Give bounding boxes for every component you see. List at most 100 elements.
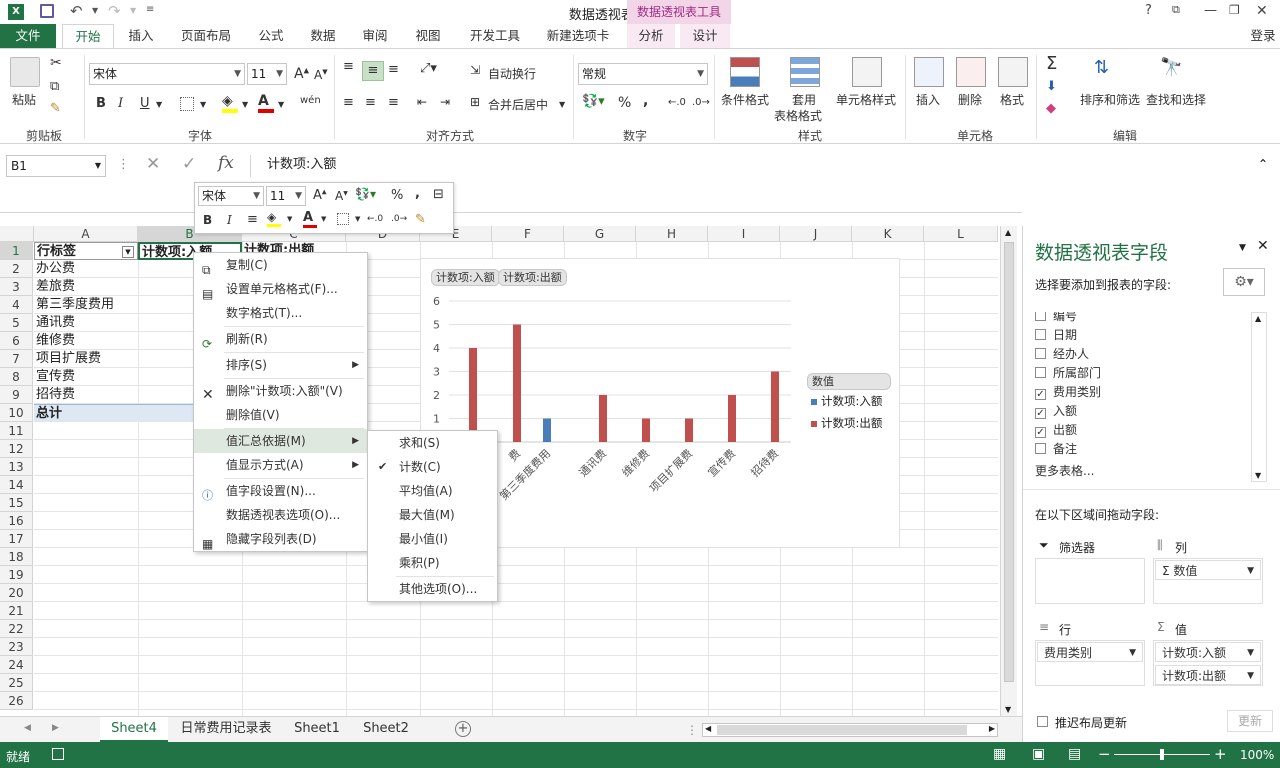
insert-button[interactable]: 插入 <box>916 91 940 108</box>
field-item[interactable]: 编号 <box>1035 312 1077 326</box>
row-header[interactable]: 4 <box>0 296 33 314</box>
field-item[interactable]: ✓ 出额 <box>1035 421 1077 440</box>
page-break-view-icon[interactable]: ▤ <box>1068 746 1081 762</box>
autosum-icon[interactable]: Σ <box>1046 53 1057 74</box>
bar-out[interactable] <box>469 348 477 442</box>
enter-icon[interactable]: ✓ <box>182 154 196 174</box>
select-all-corner[interactable] <box>0 226 34 242</box>
update-button[interactable]: 更新 <box>1227 710 1273 732</box>
mini-border-icon[interactable] <box>337 213 349 225</box>
align-top-icon[interactable]: ≡ <box>343 59 354 74</box>
filters-area[interactable] <box>1035 558 1145 604</box>
tab-page-layout[interactable]: 页面布局 <box>170 24 242 48</box>
submenu-more-options[interactable]: 其他选项(O)... <box>368 577 497 601</box>
pane-options-dropdown-icon[interactable]: ▼ <box>1239 243 1246 253</box>
column-header-i[interactable]: I <box>708 226 780 242</box>
scroll-right-icon[interactable]: ▶ <box>989 724 995 733</box>
close-icon[interactable]: ✕ <box>1256 3 1268 19</box>
rows-field-pill[interactable]: 费用类别 ▼ <box>1037 642 1143 662</box>
font-color-icon[interactable]: A <box>258 93 274 113</box>
font-name-select[interactable]: 宋体 ▼ <box>89 63 245 85</box>
wrap-text-icon[interactable]: ⇲ <box>470 63 480 77</box>
insert-cells-icon[interactable] <box>914 57 944 87</box>
row-header[interactable]: 19 <box>0 566 33 584</box>
ribbon-display-icon[interactable]: ⧉ <box>1172 3 1180 17</box>
row-label-cell[interactable]: 项目扩展费 <box>34 350 138 368</box>
column-header-a[interactable]: A <box>34 226 138 242</box>
expand-formula-icon[interactable]: ⌃ <box>1258 157 1268 171</box>
scroll-up-icon[interactable]: ▲ <box>1255 314 1261 323</box>
sheet-tab-daily[interactable]: 日常费用记录表 <box>170 717 282 743</box>
row-header[interactable]: 18 <box>0 548 33 566</box>
pane-close-icon[interactable]: ✕ <box>1257 238 1269 254</box>
table-format-button[interactable]: 套用 <box>792 91 816 108</box>
paste-icon[interactable] <box>10 57 40 87</box>
tab-design[interactable]: 设计 <box>680 24 730 48</box>
row-header[interactable]: 26 <box>0 692 33 710</box>
formula-input[interactable]: 计数项:入额 <box>250 155 1260 177</box>
field-checkbox[interactable]: ✓ <box>1035 389 1046 400</box>
vertical-scrollbar[interactable]: ▲ ▼ <box>1000 226 1017 716</box>
sheet-tab-sheet1[interactable]: Sheet1 <box>284 717 350 743</box>
tab-review[interactable]: 审阅 <box>352 24 398 48</box>
horizontal-scrollbar[interactable]: ◀ ▶ <box>702 723 998 737</box>
row-header[interactable]: 23 <box>0 638 33 656</box>
phonetic-button[interactable]: wén <box>300 95 321 106</box>
tab-new[interactable]: 新建选项卡 <box>538 24 618 48</box>
submenu-average[interactable]: 平均值(A) <box>368 479 497 503</box>
align-left-icon[interactable]: ≡ <box>343 95 354 110</box>
column-header-h[interactable]: H <box>636 226 708 242</box>
tools-gear-icon[interactable]: ⚙▾ <box>1223 268 1265 296</box>
submenu-count[interactable]: ✔ 计数(C) <box>368 455 497 479</box>
fill-color-icon[interactable]: ◈ <box>222 93 238 113</box>
menu-item-format-cells[interactable]: ▤ 设置单元格格式(F)... <box>194 277 367 301</box>
border-dropdown-icon[interactable]: ▼ <box>200 100 206 109</box>
decrease-indent-icon[interactable]: ⇤ <box>417 95 427 109</box>
submenu-product[interactable]: 乘积(P) <box>368 551 497 575</box>
mini-font-color-dropdown-icon[interactable]: ▼ <box>321 215 326 223</box>
bar-out[interactable] <box>513 324 521 443</box>
row-header[interactable]: 8 <box>0 368 33 386</box>
column-header-j[interactable]: J <box>780 226 852 242</box>
menu-item-number-format[interactable]: 数字格式(T)... <box>194 301 367 325</box>
macro-record-icon[interactable] <box>52 748 64 760</box>
row-header[interactable]: 10 <box>0 404 33 422</box>
mini-percent-button[interactable]: % <box>391 188 403 203</box>
tab-data[interactable]: 数据 <box>300 24 346 48</box>
row-header[interactable]: 2 <box>0 260 33 278</box>
comma-button[interactable]: , <box>643 93 648 109</box>
zoom-out-icon[interactable]: − <box>1098 745 1111 763</box>
bold-button[interactable]: B <box>96 96 106 111</box>
bar-out[interactable] <box>642 418 650 443</box>
columns-values-pill[interactable]: Σ 数值 ▼ <box>1155 560 1261 580</box>
defer-update-checkbox[interactable] <box>1037 716 1048 727</box>
delete-button[interactable]: 删除 <box>958 91 982 108</box>
field-item[interactable]: 日期 <box>1035 326 1077 345</box>
font-color-dropdown-icon[interactable]: ▼ <box>278 100 284 109</box>
bar-in[interactable] <box>543 418 551 443</box>
format-cells-icon[interactable] <box>998 57 1028 87</box>
mini-currency-icon[interactable]: 💱▾ <box>355 187 376 201</box>
row-label-cell[interactable]: 通讯费 <box>34 314 138 332</box>
currency-icon[interactable]: 💱▾ <box>582 94 605 109</box>
row-header[interactable]: 12 <box>0 440 33 458</box>
cell-a10-total[interactable]: 总计 <box>34 404 194 422</box>
tab-home[interactable]: 开始 <box>62 24 114 49</box>
bar-out[interactable] <box>599 395 607 442</box>
mini-fill-dropdown-icon[interactable]: ▼ <box>287 215 292 223</box>
cut-icon[interactable]: ✂ <box>50 55 62 71</box>
column-header-f[interactable]: F <box>492 226 564 242</box>
cell-style-icon[interactable] <box>852 57 882 87</box>
menu-item-pivot-options[interactable]: 数据透视表选项(O)... <box>194 503 367 527</box>
find-select-button[interactable]: 查找和选择 <box>1146 91 1206 108</box>
menu-item-copy[interactable]: ⧉ 复制(C) <box>194 253 367 277</box>
sheet-tab-sheet2[interactable]: Sheet2 <box>352 717 420 743</box>
row-header[interactable]: 3 <box>0 278 33 296</box>
mini-bold-button[interactable]: B <box>203 213 212 227</box>
row-label-cell[interactable]: 差旅费 <box>34 278 138 296</box>
field-checkbox[interactable]: ✓ <box>1035 408 1046 419</box>
field-item[interactable]: 备注 <box>1035 440 1077 459</box>
zoom-in-icon[interactable]: + <box>1214 745 1227 763</box>
underline-button[interactable]: U <box>140 96 150 111</box>
submenu-sum[interactable]: 求和(S) <box>368 431 497 455</box>
